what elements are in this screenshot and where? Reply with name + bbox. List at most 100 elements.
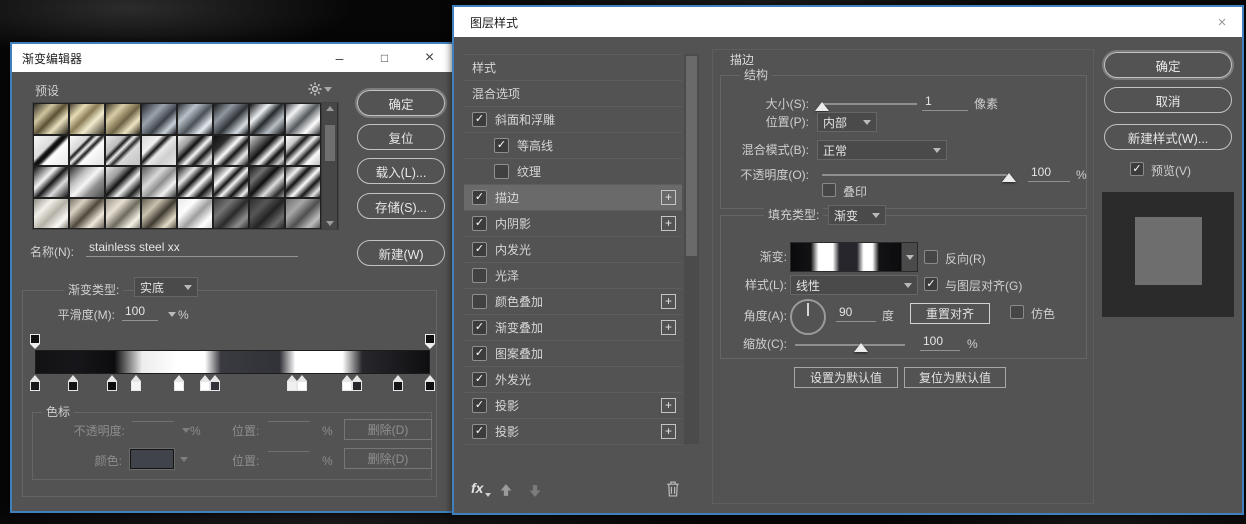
overprint-checkbox[interactable] bbox=[822, 183, 836, 197]
preset-gradient-thumbnail[interactable] bbox=[285, 103, 321, 135]
angle-input[interactable]: 90 bbox=[836, 305, 876, 322]
color-stop[interactable] bbox=[393, 375, 404, 391]
opacity-stop[interactable] bbox=[425, 334, 435, 349]
gear-icon[interactable] bbox=[308, 82, 332, 96]
color-stop[interactable] bbox=[425, 375, 435, 391]
preset-gradient-thumbnail[interactable] bbox=[213, 197, 249, 229]
delete-color-stop-button[interactable]: 删除(D) bbox=[344, 448, 432, 469]
color-stop[interactable] bbox=[30, 375, 40, 391]
style-item-checkbox[interactable]: ✓ bbox=[472, 190, 487, 205]
style-item-checkbox[interactable] bbox=[494, 164, 509, 179]
style-item-checkbox[interactable]: ✓ bbox=[472, 320, 487, 335]
preset-scrollbar[interactable] bbox=[321, 103, 337, 229]
plus-icon[interactable]: + bbox=[661, 190, 676, 205]
preset-gradient-thumbnail[interactable] bbox=[249, 166, 285, 198]
preview-checkbox[interactable]: ✓ bbox=[1130, 162, 1144, 176]
cancel-button[interactable]: 取消 bbox=[1104, 87, 1232, 113]
stop-position-input2[interactable] bbox=[268, 450, 310, 452]
preset-gradient-thumbnail[interactable] bbox=[141, 134, 177, 166]
style-list-item[interactable]: ✓ 投影 + bbox=[464, 419, 682, 445]
move-down-button[interactable] bbox=[528, 484, 542, 503]
style-item-checkbox[interactable]: ✓ bbox=[472, 398, 487, 413]
style-list-item[interactable]: ✓ 等高线 bbox=[464, 133, 682, 159]
scale-slider-thumb[interactable] bbox=[854, 343, 868, 352]
style-list-item[interactable]: 样式 bbox=[464, 55, 682, 81]
style-list-item[interactable]: ✓ 投影 + bbox=[464, 393, 682, 419]
preset-gradient-thumbnail[interactable] bbox=[249, 103, 285, 135]
stop-opacity-input[interactable] bbox=[132, 420, 174, 422]
preset-gradient-thumbnail[interactable] bbox=[69, 166, 105, 198]
style-list-item[interactable]: ✓ 描边 + bbox=[464, 185, 682, 211]
plus-icon[interactable]: + bbox=[661, 424, 676, 439]
new-button[interactable]: 新建(W) bbox=[357, 240, 445, 266]
opacity-input[interactable]: 100 bbox=[1028, 165, 1070, 182]
color-stop[interactable] bbox=[174, 375, 185, 391]
plus-icon[interactable]: + bbox=[661, 398, 676, 413]
preset-gradient-thumbnail[interactable] bbox=[285, 166, 321, 198]
style-item-checkbox[interactable]: ✓ bbox=[472, 216, 487, 231]
style-item-checkbox[interactable]: ✓ bbox=[472, 112, 487, 127]
preset-gradient-thumbnail[interactable] bbox=[105, 166, 141, 198]
opacity-slider-track[interactable] bbox=[822, 174, 1007, 176]
preset-gradient-thumbnail[interactable] bbox=[285, 197, 321, 229]
close-icon[interactable]: × bbox=[1202, 7, 1242, 37]
smoothness-input[interactable]: 100 bbox=[122, 304, 158, 321]
move-up-button[interactable] bbox=[499, 483, 513, 502]
ok-button[interactable]: 确定 bbox=[1104, 52, 1232, 78]
style-list-item[interactable]: ✓ 渐变叠加 + bbox=[464, 315, 682, 341]
preset-gradient-thumbnail[interactable] bbox=[33, 166, 69, 198]
preset-gradient-thumbnail[interactable] bbox=[213, 166, 249, 198]
reset-default-button[interactable]: 复位为默认值 bbox=[904, 367, 1006, 388]
gradient-swatch-wrap[interactable] bbox=[790, 242, 918, 272]
reverse-checkbox[interactable] bbox=[924, 250, 938, 264]
color-stop[interactable] bbox=[107, 375, 118, 391]
reset-button[interactable]: 复位 bbox=[357, 124, 445, 150]
preset-gradient-thumbnail[interactable] bbox=[69, 197, 105, 229]
preset-gradient-thumbnail[interactable] bbox=[213, 103, 249, 135]
style-item-checkbox[interactable]: ✓ bbox=[472, 346, 487, 361]
angle-dial[interactable] bbox=[790, 299, 826, 335]
chevron-down-icon[interactable] bbox=[168, 312, 176, 317]
style-list-item[interactable]: ✓ 外发光 bbox=[464, 367, 682, 393]
new-style-button[interactable]: 新建样式(W)... bbox=[1104, 124, 1232, 150]
gradient-swatch[interactable] bbox=[791, 243, 902, 271]
gradient-editor-titlebar[interactable]: 渐变编辑器 – □ × bbox=[12, 44, 452, 72]
style-list-item[interactable]: 混合选项 bbox=[464, 81, 682, 107]
fill-type-dropdown[interactable]: 渐变 bbox=[828, 205, 886, 225]
gradient-type-dropdown[interactable]: 实底 bbox=[134, 277, 198, 297]
layer-style-titlebar[interactable]: 图层样式 × bbox=[454, 7, 1242, 37]
scale-slider-track[interactable] bbox=[795, 344, 905, 346]
trash-icon[interactable] bbox=[666, 481, 680, 502]
plus-icon[interactable]: + bbox=[661, 216, 676, 231]
preset-gradient-thumbnail[interactable] bbox=[249, 197, 285, 229]
style-list-item[interactable]: ✓ 内发光 bbox=[464, 237, 682, 263]
dither-checkbox[interactable] bbox=[1010, 305, 1024, 319]
style-item-checkbox[interactable] bbox=[472, 294, 487, 309]
list-scroll-thumb[interactable] bbox=[686, 56, 697, 256]
style-item-checkbox[interactable]: ✓ bbox=[494, 138, 509, 153]
preset-gradient-thumbnail[interactable] bbox=[141, 197, 177, 229]
set-default-button[interactable]: 设置为默认值 bbox=[794, 367, 898, 388]
color-stop[interactable] bbox=[342, 375, 353, 391]
scroll-down-icon[interactable] bbox=[325, 221, 334, 226]
reset-align-button[interactable]: 重置对齐 bbox=[910, 303, 990, 324]
preset-gradient-thumbnail[interactable] bbox=[105, 134, 141, 166]
color-stop[interactable] bbox=[67, 375, 78, 391]
plus-icon[interactable]: + bbox=[661, 320, 676, 335]
scroll-thumb[interactable] bbox=[324, 125, 335, 161]
style-list-item[interactable]: 光泽 bbox=[464, 263, 682, 289]
preset-gradient-thumbnail[interactable] bbox=[141, 166, 177, 198]
preset-gradient-thumbnail[interactable] bbox=[177, 197, 213, 229]
color-stop[interactable] bbox=[209, 375, 220, 391]
align-layer-checkbox[interactable]: ✓ bbox=[924, 277, 938, 291]
minimize-icon[interactable]: – bbox=[317, 44, 362, 72]
preset-gradient-thumbnail[interactable] bbox=[105, 103, 141, 135]
preset-gradient-thumbnail[interactable] bbox=[177, 166, 213, 198]
preset-gradient-thumbnail[interactable] bbox=[177, 103, 213, 135]
preset-gradient-thumbnail[interactable] bbox=[141, 103, 177, 135]
opacity-stop[interactable] bbox=[30, 334, 40, 349]
style-item-checkbox[interactable] bbox=[472, 268, 487, 283]
preset-gradient-thumbnail[interactable] bbox=[177, 134, 213, 166]
stop-color-swatch[interactable] bbox=[130, 449, 174, 469]
position-dropdown[interactable]: 内部 bbox=[817, 112, 877, 132]
